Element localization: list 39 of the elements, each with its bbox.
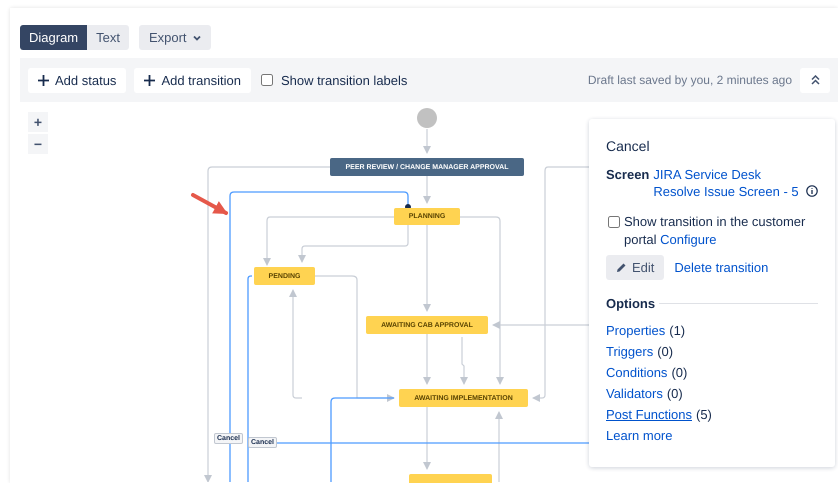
export-button[interactable]: Export bbox=[138, 25, 211, 50]
option-link[interactable]: Conditions bbox=[606, 362, 668, 383]
option-link[interactable]: Post Functions bbox=[606, 404, 692, 425]
zoom-out-button[interactable]: − bbox=[28, 134, 48, 154]
collapse-button[interactable] bbox=[800, 68, 830, 92]
screen-label: Screen bbox=[606, 166, 650, 183]
add-status-button[interactable]: Add status bbox=[28, 68, 126, 92]
start-node bbox=[417, 108, 437, 128]
zoom-in-button[interactable]: + bbox=[28, 112, 48, 132]
learn-more-link[interactable]: Learn more bbox=[606, 425, 818, 446]
show-labels-label: Show transition labels bbox=[280, 72, 408, 88]
delete-transition-link[interactable]: Delete transition bbox=[674, 260, 768, 275]
option-count: (1) bbox=[669, 322, 686, 340]
show-labels-checkbox[interactable] bbox=[260, 74, 273, 86]
portal-checkbox-label: Show transition in the customer portal Configure bbox=[624, 213, 806, 249]
option-count: (0) bbox=[666, 385, 683, 403]
plus-icon bbox=[38, 74, 49, 86]
view-tab[interactable]: Text bbox=[87, 25, 129, 50]
add-transition-button[interactable]: Add transition bbox=[134, 68, 251, 92]
panel-title: Cancel bbox=[606, 138, 651, 154]
option-link[interactable]: Properties bbox=[606, 320, 666, 341]
options-heading: Options bbox=[606, 296, 656, 311]
option-count: (5) bbox=[696, 406, 712, 424]
edit-button[interactable]: Edit bbox=[606, 255, 664, 280]
info-icon bbox=[806, 185, 818, 197]
option-link[interactable]: Triggers bbox=[606, 341, 654, 362]
chevron-down-icon bbox=[192, 34, 201, 40]
annotation-arrow bbox=[191, 193, 228, 215]
option-count: (0) bbox=[657, 343, 674, 361]
view-tab[interactable]: Diagram bbox=[20, 25, 88, 50]
pencil-icon bbox=[616, 262, 627, 273]
option-count: (0) bbox=[671, 364, 688, 382]
configure-link[interactable]: Configure bbox=[660, 232, 717, 247]
screen-link[interactable]: JIRA Service Desk Resolve Issue Screen - 5 bbox=[653, 166, 806, 200]
option-link[interactable]: Validators bbox=[606, 383, 663, 404]
portal-checkbox[interactable] bbox=[608, 216, 620, 228]
plus-icon bbox=[144, 74, 156, 86]
double-chevron-up-icon bbox=[810, 75, 820, 85]
draft-status-text: Draft last saved by you, 2 minutes ago bbox=[588, 73, 792, 87]
